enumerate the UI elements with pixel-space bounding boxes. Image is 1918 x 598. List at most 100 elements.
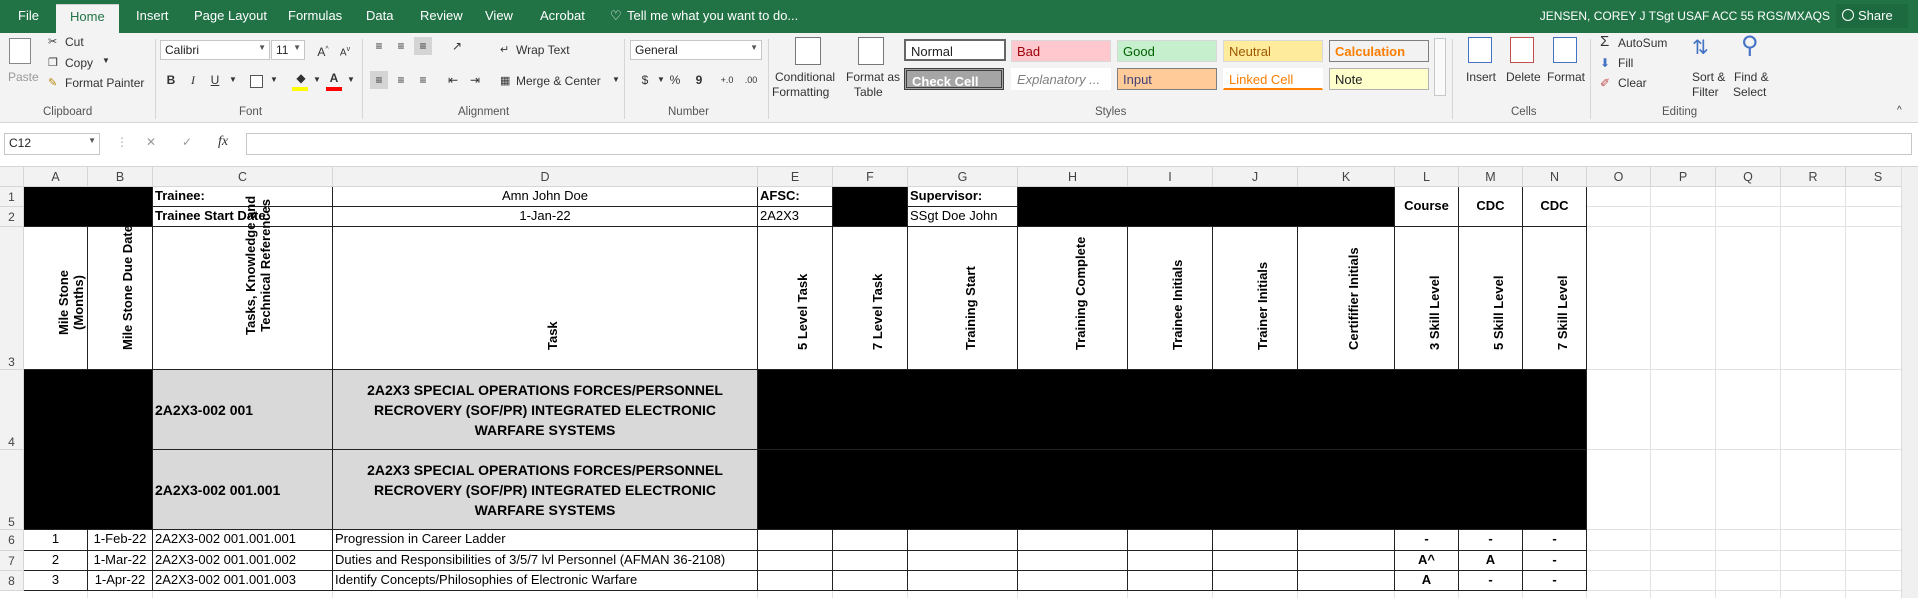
row-header[interactable]: 6: [0, 530, 24, 551]
tell-me-search[interactable]: Tell me what you want to do...: [627, 8, 798, 23]
empty-cell[interactable]: [1781, 591, 1846, 598]
empty-cell[interactable]: [758, 571, 833, 591]
fill-button[interactable]: Fill: [1618, 56, 1633, 70]
skill-5-cell[interactable]: -: [1459, 530, 1523, 551]
task-cell[interactable]: Identify Concepts/Philosophies of Electr…: [333, 571, 758, 591]
empty-cell[interactable]: [1716, 370, 1781, 450]
style-check-cell[interactable]: Check Cell: [904, 68, 1004, 90]
column-header[interactable]: L: [1395, 167, 1459, 187]
delete-cells-button[interactable]: Delete: [1506, 70, 1541, 84]
section-title[interactable]: 2A2X3 SPECIAL OPERATIONS FORCES/PERSONNE…: [333, 450, 758, 530]
due-date-cell[interactable]: 1-Mar-22: [88, 551, 153, 571]
tab-data[interactable]: Data: [366, 8, 393, 23]
column-header[interactable]: G: [908, 167, 1018, 187]
empty-cell[interactable]: [1716, 591, 1781, 598]
course-header[interactable]: Course: [1395, 187, 1459, 227]
empty-cell[interactable]: [1651, 591, 1716, 598]
empty-cell[interactable]: [1781, 187, 1846, 207]
share-button[interactable]: Share: [1836, 4, 1908, 28]
tab-acrobat[interactable]: Acrobat: [540, 8, 585, 23]
styles-scroll[interactable]: [1434, 38, 1446, 96]
skill-3-cell[interactable]: -: [1395, 530, 1459, 551]
tab-insert[interactable]: Insert: [136, 8, 169, 23]
empty-cell[interactable]: [1213, 551, 1298, 571]
empty-cell[interactable]: [1213, 571, 1298, 591]
empty-cell[interactable]: [1781, 207, 1846, 227]
chevron-down-icon[interactable]: ▼: [308, 71, 326, 89]
skill-5-cell[interactable]: -: [1459, 571, 1523, 591]
empty-cell[interactable]: [1651, 207, 1716, 227]
chevron-down-icon[interactable]: ▼: [265, 71, 283, 89]
cdc-header[interactable]: CDC: [1459, 187, 1523, 227]
tab-formulas[interactable]: Formulas: [288, 8, 342, 23]
empty-cell[interactable]: [24, 591, 88, 598]
chevron-down-icon[interactable]: ▼: [342, 71, 360, 89]
decrease-decimal-icon[interactable]: .00: [742, 71, 760, 89]
decrease-indent-icon[interactable]: ⇤: [444, 71, 462, 89]
empty-cell[interactable]: [1781, 530, 1846, 551]
milestone-cell[interactable]: 1: [24, 530, 88, 551]
paste-button[interactable]: Paste: [8, 70, 39, 84]
empty-cell[interactable]: [1587, 571, 1651, 591]
find-select-button[interactable]: Find &: [1734, 70, 1769, 84]
trainee-start-date[interactable]: 1-Jan-22: [333, 207, 758, 227]
empty-cell[interactable]: [1298, 551, 1395, 571]
cancel-icon[interactable]: ✕: [146, 135, 156, 149]
decrease-font-icon[interactable]: Av: [336, 41, 354, 59]
column-header[interactable]: N: [1523, 167, 1587, 187]
empty-cell[interactable]: [1651, 551, 1716, 571]
empty-cell[interactable]: [908, 530, 1018, 551]
column-title-f[interactable]: 7 Level Task: [833, 227, 908, 370]
reference-cell[interactable]: 2A2X3-002 001.001.001: [153, 530, 333, 551]
column-title-l[interactable]: 3 Skill Level: [1395, 227, 1459, 370]
copy-button[interactable]: Copy: [65, 56, 93, 70]
skill-3-cell[interactable]: A^: [1395, 551, 1459, 571]
milestone-cell[interactable]: 2: [24, 551, 88, 571]
align-center-icon[interactable]: ≡: [392, 71, 410, 89]
column-title-b[interactable]: Mile Stone Due Date: [88, 225, 153, 370]
skill-5-cell[interactable]: A: [1459, 551, 1523, 571]
empty-cell[interactable]: [1213, 530, 1298, 551]
align-bottom-icon[interactable]: ≡: [414, 37, 432, 55]
task-cell[interactable]: Progression in Career Ladder: [333, 530, 758, 551]
empty-cell[interactable]: [1128, 551, 1213, 571]
skill-7-cell[interactable]: -: [1523, 551, 1587, 571]
column-title-i[interactable]: Trainee Initials: [1128, 227, 1213, 370]
percent-button[interactable]: %: [666, 71, 684, 89]
cut-button[interactable]: Cut: [65, 35, 84, 49]
conditional-formatting-button[interactable]: Conditional: [775, 70, 835, 84]
black-block[interactable]: [24, 187, 153, 227]
merge-center-button[interactable]: Merge & Center: [516, 74, 601, 88]
afsc-label[interactable]: AFSC:: [758, 187, 833, 207]
column-header[interactable]: D: [333, 167, 758, 187]
empty-cell[interactable]: [1781, 370, 1846, 450]
empty-cell[interactable]: [908, 591, 1018, 598]
empty-cell[interactable]: [908, 571, 1018, 591]
column-title-e[interactable]: 5 Level Task: [758, 227, 833, 370]
empty-cell[interactable]: [1213, 591, 1298, 598]
empty-cell[interactable]: [1298, 530, 1395, 551]
empty-cell[interactable]: [1587, 187, 1651, 207]
empty-cell[interactable]: [1298, 571, 1395, 591]
tab-home[interactable]: Home: [56, 4, 119, 33]
milestone-cell[interactable]: 3: [24, 571, 88, 591]
empty-cell[interactable]: [1781, 227, 1846, 370]
empty-cell[interactable]: [1587, 450, 1651, 530]
chevron-down-icon[interactable]: ▼: [612, 75, 620, 84]
trainee-name[interactable]: Amn John Doe: [333, 187, 758, 207]
paste-icon[interactable]: [9, 38, 31, 64]
empty-cell[interactable]: [1298, 591, 1395, 598]
select-all-corner[interactable]: [0, 167, 24, 187]
empty-cell[interactable]: [1395, 591, 1459, 598]
borders-icon[interactable]: [250, 75, 263, 88]
column-header[interactable]: M: [1459, 167, 1523, 187]
font-name-select[interactable]: Calibri ▼: [160, 40, 270, 60]
empty-cell[interactable]: [1651, 450, 1716, 530]
empty-cell[interactable]: [1018, 571, 1128, 591]
underline-button[interactable]: U: [206, 71, 224, 89]
wrap-text-button[interactable]: Wrap Text: [516, 43, 570, 57]
style-explanatory[interactable]: Explanatory ...: [1011, 68, 1111, 90]
empty-cell[interactable]: [1128, 571, 1213, 591]
number-format-select[interactable]: General ▼: [630, 40, 762, 60]
empty-cell[interactable]: [1651, 227, 1716, 370]
